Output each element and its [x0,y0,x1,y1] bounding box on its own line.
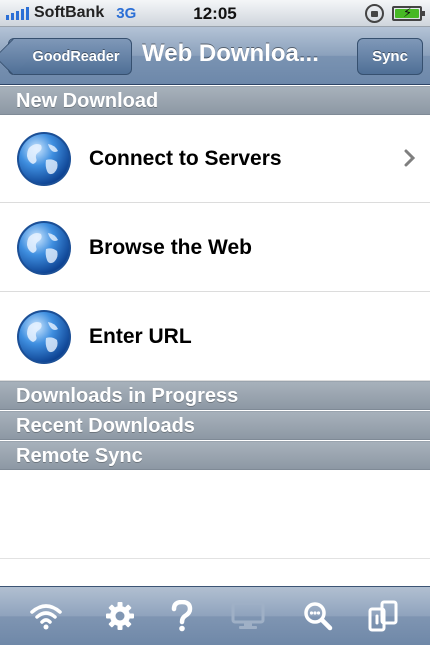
signal-strength-icon [6,6,29,20]
list-item-label: Connect to Servers [89,146,282,170]
wifi-icon [30,604,62,630]
network-type: 3G [116,4,137,22]
gear-icon [106,602,134,630]
copy-icon [368,600,398,632]
settings-button[interactable] [103,599,137,633]
back-button[interactable]: GoodReader [8,38,132,75]
list-item-label: Enter URL [89,324,192,348]
section-header-recent-downloads[interactable]: Recent Downloads [0,411,430,440]
search-button[interactable] [301,599,335,633]
list-item-connect-to-servers[interactable]: Connect to Servers [0,115,430,203]
sync-button[interactable]: Sync [357,38,423,75]
globe-icon [17,309,71,364]
list-item-enter-url[interactable]: Enter URL [0,293,430,381]
section-header-new-download: New Download [0,86,430,115]
list-item-browse-the-web[interactable]: Browse the Web [0,204,430,292]
battery-charging-icon: ⚡ [392,5,425,21]
rotation-lock-icon [365,4,384,23]
globe-icon [17,131,71,186]
divider [0,558,430,559]
navigation-bar: GoodReader Web Downloa... Sync [0,27,430,85]
page-title: Web Downloa... [142,40,319,67]
section-header-remote-sync[interactable]: Remote Sync [0,441,430,470]
chevron-right-icon [404,149,416,167]
carrier-name: SoftBank [34,4,105,21]
copy-button[interactable] [366,599,400,633]
globe-icon [17,220,71,275]
monitor-icon [231,601,265,629]
list-item-label: Browse the Web [89,235,252,259]
help-button[interactable] [165,599,199,633]
search-icon [304,602,333,631]
status-bar: SoftBank 3G 12:05 ⚡ [0,0,430,27]
section-header-downloads-in-progress[interactable]: Downloads in Progress [0,381,430,410]
back-button-label: GoodReader [32,48,120,65]
bottom-toolbar [0,586,430,645]
monitor-button[interactable] [231,599,265,633]
charging-bolt-icon: ⚡ [403,5,413,20]
help-icon [171,600,193,632]
wifi-button[interactable] [29,599,63,633]
